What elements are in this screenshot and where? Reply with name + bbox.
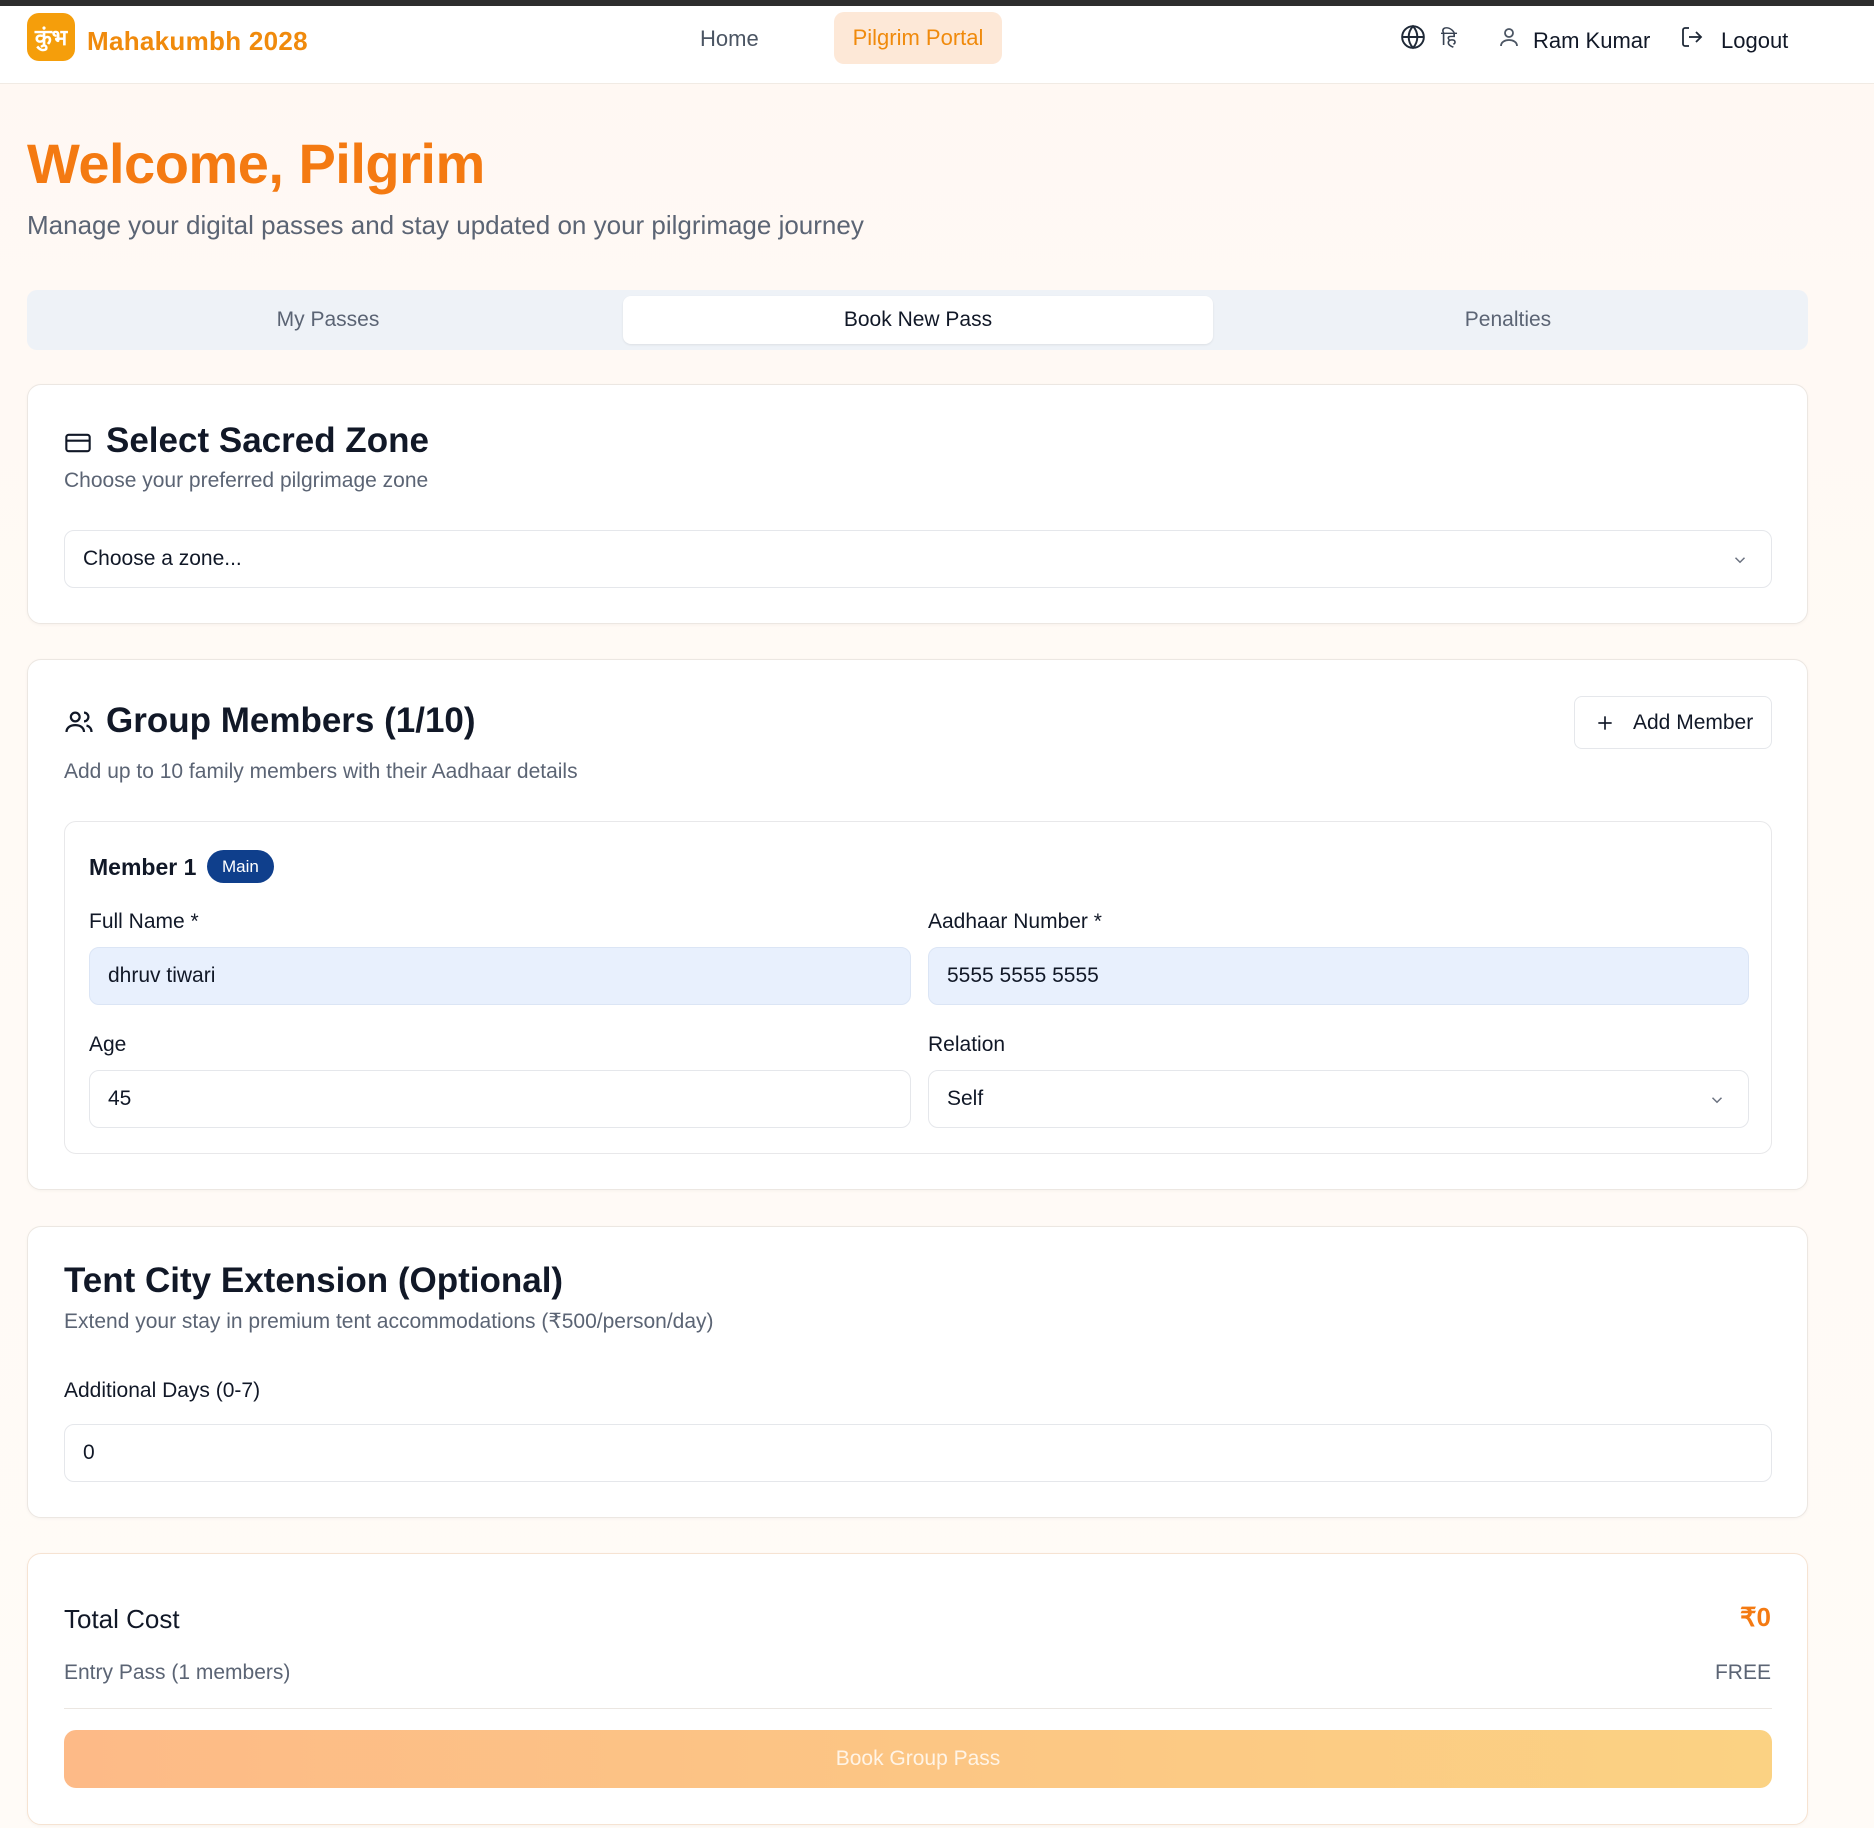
page-subtitle: Manage your digital passes and stay upda… bbox=[27, 210, 864, 240]
zone-select-value: Choose a zone... bbox=[83, 547, 242, 570]
tent-description: Extend your stay in premium tent accommo… bbox=[64, 1310, 714, 1333]
add-member-button[interactable]: Add Member bbox=[1574, 696, 1772, 749]
zone-select[interactable]: Choose a zone... bbox=[64, 530, 1772, 588]
group-members-description: Add up to 10 family members with their A… bbox=[64, 760, 578, 783]
page-title: Welcome, Pilgrim bbox=[27, 132, 485, 195]
entry-pass-value: FREE bbox=[1714, 1661, 1771, 1684]
age-label: Age bbox=[89, 1033, 127, 1056]
group-members-card: Group Members (1/10) Add up to 10 family… bbox=[27, 659, 1808, 1190]
zone-description: Choose your preferred pilgrimage zone bbox=[64, 469, 429, 492]
nav-home-link[interactable]: Home bbox=[700, 26, 759, 52]
relation-value: Self bbox=[947, 1087, 984, 1110]
entry-pass-label: Entry Pass (1 members) bbox=[64, 1661, 291, 1684]
logo-icon[interactable]: कुंभ bbox=[27, 13, 75, 61]
aadhaar-input[interactable]: 5555 5555 5555 bbox=[928, 947, 1749, 1005]
logout-button[interactable]: Logout bbox=[1721, 28, 1788, 54]
credit-card-icon bbox=[65, 433, 91, 453]
full-name-input[interactable]: dhruv tiwari bbox=[89, 947, 911, 1005]
additional-days-value: 0 bbox=[83, 1441, 95, 1464]
globe-icon[interactable] bbox=[1400, 24, 1426, 50]
tent-title: Tent City Extension (Optional) bbox=[64, 1261, 564, 1300]
user-icon bbox=[1500, 28, 1518, 47]
age-value: 45 bbox=[108, 1087, 132, 1110]
additional-days-label: Additional Days (0-7) bbox=[64, 1379, 261, 1402]
relation-select[interactable]: Self bbox=[928, 1070, 1749, 1128]
aadhaar-value: 5555 5555 5555 bbox=[947, 964, 1099, 987]
tent-extension-card: Tent City Extension (Optional) Extend yo… bbox=[27, 1226, 1808, 1518]
brand-name[interactable]: Mahakumbh 2028 bbox=[87, 26, 308, 57]
tab-book-new-pass[interactable]: Book New Pass bbox=[623, 296, 1213, 344]
zone-title: Select Sacred Zone bbox=[106, 421, 429, 460]
total-cost-title: Total Cost bbox=[64, 1604, 180, 1634]
chevron-down-icon bbox=[1734, 557, 1746, 564]
language-toggle[interactable]: हि bbox=[1441, 24, 1457, 51]
tab-bar: My Passes Book New Pass Penalties bbox=[27, 290, 1808, 350]
top-navbar: कुंभ Mahakumbh 2028 Home Pilgrim Portal … bbox=[0, 6, 1874, 84]
member-card: Member 1 Main Full Name * dhruv tiwari A… bbox=[64, 821, 1772, 1154]
full-name-label: Full Name * bbox=[89, 910, 199, 933]
main-member-badge: Main bbox=[207, 850, 274, 883]
nav-pilgrim-portal-link[interactable]: Pilgrim Portal bbox=[834, 12, 1002, 64]
relation-label: Relation bbox=[928, 1033, 1006, 1056]
group-members-title: Group Members (1/10) bbox=[106, 701, 476, 740]
add-member-label: Add Member bbox=[1633, 710, 1754, 734]
member-title: Member 1 bbox=[89, 854, 197, 880]
tab-my-passes[interactable]: My Passes bbox=[33, 296, 623, 344]
total-cost-amount: ₹0 bbox=[1739, 1602, 1771, 1632]
users-icon bbox=[65, 711, 93, 733]
chevron-down-icon bbox=[1711, 1097, 1723, 1104]
user-name[interactable]: Ram Kumar bbox=[1533, 28, 1650, 54]
tab-penalties[interactable]: Penalties bbox=[1213, 296, 1803, 344]
zone-card: Select Sacred Zone Choose your preferred… bbox=[27, 384, 1808, 624]
additional-days-input[interactable]: 0 bbox=[64, 1424, 1772, 1482]
age-input[interactable]: 45 bbox=[89, 1070, 911, 1128]
divider bbox=[64, 1708, 1772, 1709]
book-group-pass-button[interactable]: Book Group Pass bbox=[64, 1730, 1772, 1788]
aadhaar-label: Aadhaar Number * bbox=[928, 910, 1102, 933]
logout-icon[interactable] bbox=[1680, 25, 1704, 49]
plus-icon bbox=[1598, 715, 1612, 730]
full-name-value: dhruv tiwari bbox=[108, 964, 216, 987]
total-cost-card: Total Cost ₹0 Entry Pass (1 members) FRE… bbox=[27, 1553, 1808, 1825]
